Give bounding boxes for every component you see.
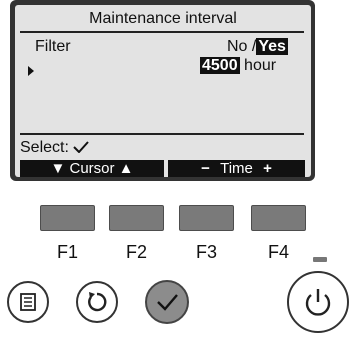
bottom-divider bbox=[20, 133, 304, 135]
f2-button[interactable] bbox=[109, 205, 164, 231]
menu-icon bbox=[20, 293, 36, 311]
select-hint: Select: bbox=[20, 139, 90, 157]
f4-label: F4 bbox=[267, 242, 289, 262]
f3-button[interactable] bbox=[179, 205, 234, 231]
return-button[interactable] bbox=[76, 281, 118, 323]
interval-value[interactable]: 4500 bbox=[200, 57, 240, 74]
cursor-label: Cursor bbox=[69, 160, 115, 177]
cursor-up-icon: ▲ bbox=[118, 160, 134, 177]
f4-button[interactable] bbox=[251, 205, 306, 231]
operation-indicator bbox=[313, 257, 327, 262]
cursor-down-icon: ▼ bbox=[50, 160, 66, 177]
f1-label: F1 bbox=[56, 242, 78, 262]
check-icon bbox=[73, 141, 90, 154]
lcd-screen: Maintenance interval Filter No / Yes 4500… bbox=[15, 5, 311, 177]
function-bar-time: − Time + bbox=[168, 160, 305, 177]
time-label: Time bbox=[220, 160, 253, 177]
interval-unit: hour bbox=[244, 57, 277, 74]
title-divider bbox=[20, 31, 304, 33]
power-button[interactable] bbox=[287, 271, 349, 333]
return-icon bbox=[88, 292, 107, 312]
screen-title: Maintenance interval bbox=[89, 10, 237, 27]
time-decrease-icon: − bbox=[201, 160, 210, 177]
interval-setting: 4500 hour bbox=[200, 57, 276, 75]
time-increase-icon: + bbox=[263, 160, 272, 177]
select-label: Select: bbox=[20, 139, 69, 156]
cursor-arrow-icon bbox=[28, 66, 34, 76]
filter-option-group: No / Yes bbox=[227, 38, 288, 56]
power-icon bbox=[305, 289, 331, 316]
menu-button[interactable] bbox=[7, 281, 49, 323]
function-bar-cursor: ▼ Cursor ▲ bbox=[20, 160, 164, 177]
f1-button[interactable] bbox=[40, 205, 95, 231]
filter-label: Filter bbox=[35, 38, 71, 55]
option-yes[interactable]: Yes bbox=[256, 38, 288, 55]
f3-label: F3 bbox=[195, 242, 217, 262]
option-no[interactable]: No bbox=[227, 38, 247, 55]
check-icon bbox=[157, 294, 178, 311]
select-button[interactable] bbox=[145, 280, 189, 324]
f2-label: F2 bbox=[125, 242, 147, 262]
